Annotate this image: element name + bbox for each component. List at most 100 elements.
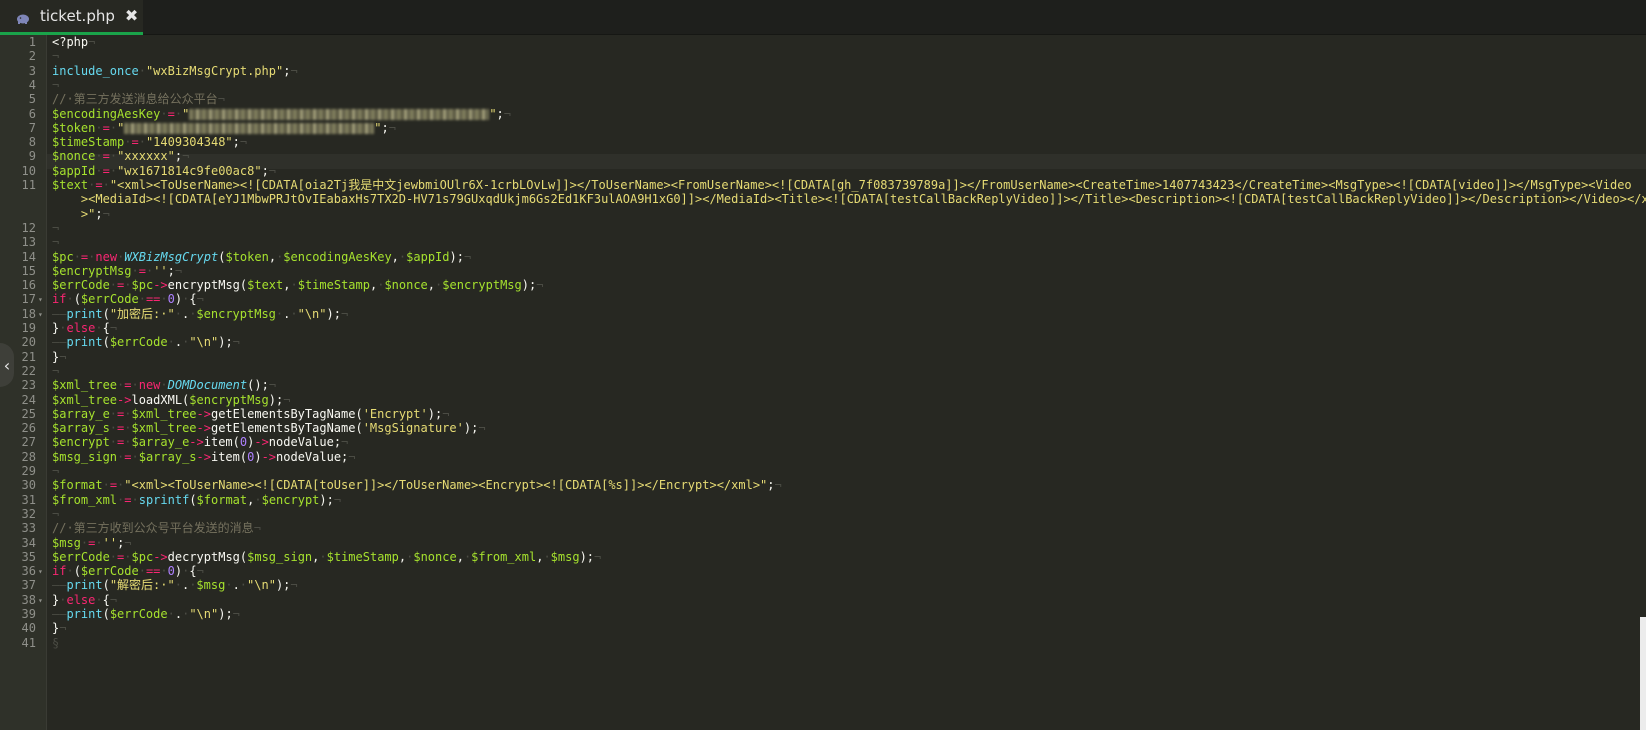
php-elephant-icon <box>16 10 30 24</box>
code-token: " <box>117 120 125 135</box>
code-line[interactable]: ——print("加密后:·"·.·$encryptMsg·.·"\n");¬ <box>52 307 348 322</box>
code-line[interactable]: ——print($errCode·.·"\n");¬ <box>52 607 240 622</box>
code-token: DOMDocument <box>167 378 248 393</box>
code-token: item( <box>203 435 240 450</box>
code-line[interactable]: $xml_tree->loadXML($encryptMsg);¬ <box>52 393 290 408</box>
code-token: ¬ <box>348 449 356 464</box>
code-line[interactable]: }·else·{¬ <box>52 593 117 608</box>
code-token: ¬ <box>253 521 261 536</box>
code-line[interactable]: $encodingAesKey·=·" ";¬ <box>52 107 511 122</box>
fold-arrow-icon[interactable]: ▾ <box>38 593 43 608</box>
code-line[interactable]: ¬ <box>52 507 59 522</box>
close-icon[interactable]: ✖ <box>125 8 138 24</box>
code-token: //·第三方收到公众号平台发送的消息 <box>52 521 254 536</box>
code-token: $nonce <box>413 549 457 564</box>
code-line[interactable]: ¬ <box>52 78 59 93</box>
code-token: $errCode <box>109 335 168 350</box>
code-token: · <box>319 549 327 564</box>
line-number: 26 <box>21 421 36 436</box>
code-line[interactable]: $nonce·=·"xxxxxx";¬ <box>52 149 189 164</box>
code-token: · <box>66 564 74 579</box>
code-token: · <box>124 278 132 293</box>
code-token: · <box>95 535 103 550</box>
code-token: $nonce <box>52 149 96 164</box>
code-line[interactable]: ——print($errCode·.·"\n");¬ <box>52 335 240 350</box>
code-token: ¬ <box>88 35 96 49</box>
code-token: ¬ <box>232 335 240 350</box>
code-token: · <box>102 178 110 192</box>
code-token: $xml_tree <box>131 406 197 421</box>
code-token: ¬ <box>102 206 110 221</box>
line-number: 24 <box>21 392 36 407</box>
code-line[interactable]: if·($errCode·==·0)·{¬ <box>52 564 204 579</box>
code-token: (); <box>247 378 269 393</box>
code-line[interactable]: //·第三方收到公众号平台发送的消息¬ <box>52 521 261 536</box>
code-token: ¬ <box>52 363 60 378</box>
code-token: · <box>109 278 118 293</box>
code-line[interactable]: <?php¬ <box>52 35 95 50</box>
code-line[interactable]: $msg·=·'';¬ <box>52 536 132 551</box>
code-token: · <box>124 406 132 421</box>
code-line[interactable]: $errCode·=·$pc->encryptMsg($text,·$timeS… <box>52 278 543 293</box>
line-number: 7 <box>28 120 36 135</box>
code-token: · <box>174 578 182 593</box>
code-line[interactable]: }·else·{¬ <box>52 321 117 336</box>
code-line[interactable]: $pc·=·new·WXBizMsgCrypt($token,·$encodin… <box>52 250 471 265</box>
code-token: —— <box>52 306 67 321</box>
code-line[interactable]: $appId·=·"wx1671814c9fe00ac8";¬ <box>52 164 276 179</box>
code-token: = <box>109 478 118 493</box>
code-line[interactable]: § <box>52 636 59 651</box>
code-token: "xxxxxx" <box>117 149 175 164</box>
code-line[interactable]: $format·=·"<xml><ToUserName><![CDATA[toU… <box>52 478 782 493</box>
code-line[interactable]: $errCode·=·$pc->decryptMsg($msg_sign,·$t… <box>52 550 601 565</box>
code-line[interactable]: if·($errCode·==·0)·{¬ <box>52 292 204 307</box>
code-line[interactable]: }¬ <box>52 621 66 636</box>
code-editor[interactable]: <?php¬ ¬ include_once·"wxBizMsgCrypt.php";… <box>47 35 1646 730</box>
code-token: · <box>131 492 139 507</box>
code-token: " <box>182 106 190 121</box>
scrollbar-edge[interactable] <box>1640 617 1646 730</box>
fold-arrow-icon[interactable]: ▾ <box>38 292 43 307</box>
code-line[interactable]: }¬ <box>52 350 66 365</box>
code-line[interactable]: ——print("解密后:·"·.·$msg·.·"\n");¬ <box>52 578 298 593</box>
code-line[interactable]: $xml_tree·=·new·DOMDocument();¬ <box>52 378 276 393</box>
code-line[interactable]: ¬ <box>52 235 59 250</box>
code-line[interactable]: $text·=·"<xml><ToUserName><![CDATA[oia2T… <box>52 178 1632 193</box>
code-token: ; <box>261 163 269 178</box>
code-token: · <box>290 278 298 293</box>
code-line[interactable]: $token·=·" ";¬ <box>52 121 396 136</box>
tab-ticket-php[interactable]: ticket.php ✖ <box>0 0 143 35</box>
code-token: ¬ <box>59 349 67 364</box>
code-line[interactable]: include_once·"wxBizMsgCrypt.php";¬ <box>52 64 298 79</box>
code-token: = <box>102 163 110 178</box>
line-number: 14 <box>21 249 36 264</box>
code-line[interactable]: ><MediaId><![CDATA[eYJ1MbwPRJtOvIEabaxHs… <box>52 192 1646 207</box>
code-token: $token <box>225 249 269 264</box>
code-token: ( <box>102 306 110 321</box>
code-line[interactable]: $timeStamp·=·"1409304348";¬ <box>52 135 247 150</box>
code-token: · <box>102 478 110 493</box>
code-line[interactable]: $msg_sign·=·$array_s->item(0)->nodeValue… <box>52 450 356 465</box>
code-line[interactable]: >";¬ <box>52 207 110 222</box>
fold-arrow-icon[interactable]: ▾ <box>38 307 43 322</box>
code-token: ; <box>174 149 183 164</box>
code-token: ); <box>319 492 334 507</box>
code-token: ¬ <box>478 421 486 436</box>
code-line[interactable]: //·第三方发送消息给公众平台¬ <box>52 92 225 107</box>
fold-arrow-icon[interactable]: ▾ <box>38 564 43 579</box>
code-line[interactable]: ¬ <box>52 464 59 479</box>
code-token: ¬ <box>109 592 118 607</box>
code-line[interactable]: $array_e·=·$xml_tree->getElementsByTagNa… <box>52 407 449 422</box>
code-line[interactable]: $encryptMsg·=·'';¬ <box>52 264 182 279</box>
code-line[interactable]: ¬ <box>52 49 59 64</box>
code-token: $xml_tree <box>131 421 197 436</box>
code-line[interactable]: $array_s·=·$xml_tree->getElementsByTagNa… <box>52 421 486 436</box>
code-token: $xml_tree <box>52 378 118 393</box>
code-token: · <box>160 292 168 307</box>
code-token: == <box>145 292 161 307</box>
code-line[interactable]: $encrypt·=·$array_e->item(0)->nodeValue;… <box>52 435 348 450</box>
code-line[interactable]: ¬ <box>52 364 59 379</box>
code-line[interactable]: ¬ <box>52 221 59 236</box>
code-line[interactable]: $from_xml·=·sprintf($format,·$encrypt);¬ <box>52 493 341 508</box>
code-token: " <box>374 120 382 135</box>
